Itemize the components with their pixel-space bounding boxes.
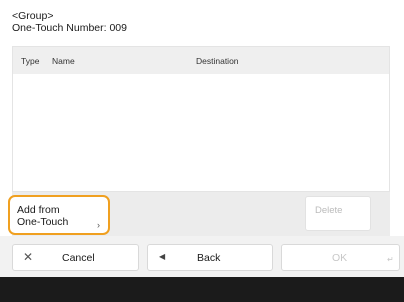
one-touch-number: One-Touch Number: 009 bbox=[12, 22, 127, 34]
back-arrow-icon: ◀ bbox=[159, 252, 166, 261]
group-label: <Group> bbox=[12, 10, 54, 22]
cancel-label: Cancel bbox=[62, 252, 95, 264]
ok-button[interactable]: OK ↵ bbox=[281, 244, 400, 271]
destination-list: Type Name Destination bbox=[12, 46, 390, 192]
list-header: Type Name Destination bbox=[13, 47, 389, 75]
chevron-right-icon: › bbox=[97, 220, 100, 230]
close-icon: ✕ bbox=[23, 250, 34, 264]
back-button[interactable]: ◀ Back bbox=[147, 244, 273, 271]
screen-header: <Group> One-Touch Number: 009 bbox=[12, 10, 127, 34]
cancel-button[interactable]: ✕ Cancel bbox=[12, 244, 139, 271]
column-type: Type bbox=[21, 56, 40, 66]
column-destination: Destination bbox=[196, 56, 239, 66]
list-body[interactable] bbox=[13, 74, 389, 191]
add-button-label-line2: One-Touch bbox=[17, 216, 69, 228]
enter-icon: ↵ bbox=[387, 255, 394, 264]
back-label: Back bbox=[197, 252, 221, 264]
add-button-label-line1: Add from bbox=[17, 204, 60, 216]
ok-label: OK bbox=[332, 252, 348, 264]
column-name: Name bbox=[52, 56, 75, 66]
status-footer bbox=[0, 277, 404, 302]
delete-button[interactable]: Delete bbox=[305, 196, 371, 231]
add-from-one-touch-button[interactable]: Add from One-Touch › bbox=[8, 195, 110, 235]
